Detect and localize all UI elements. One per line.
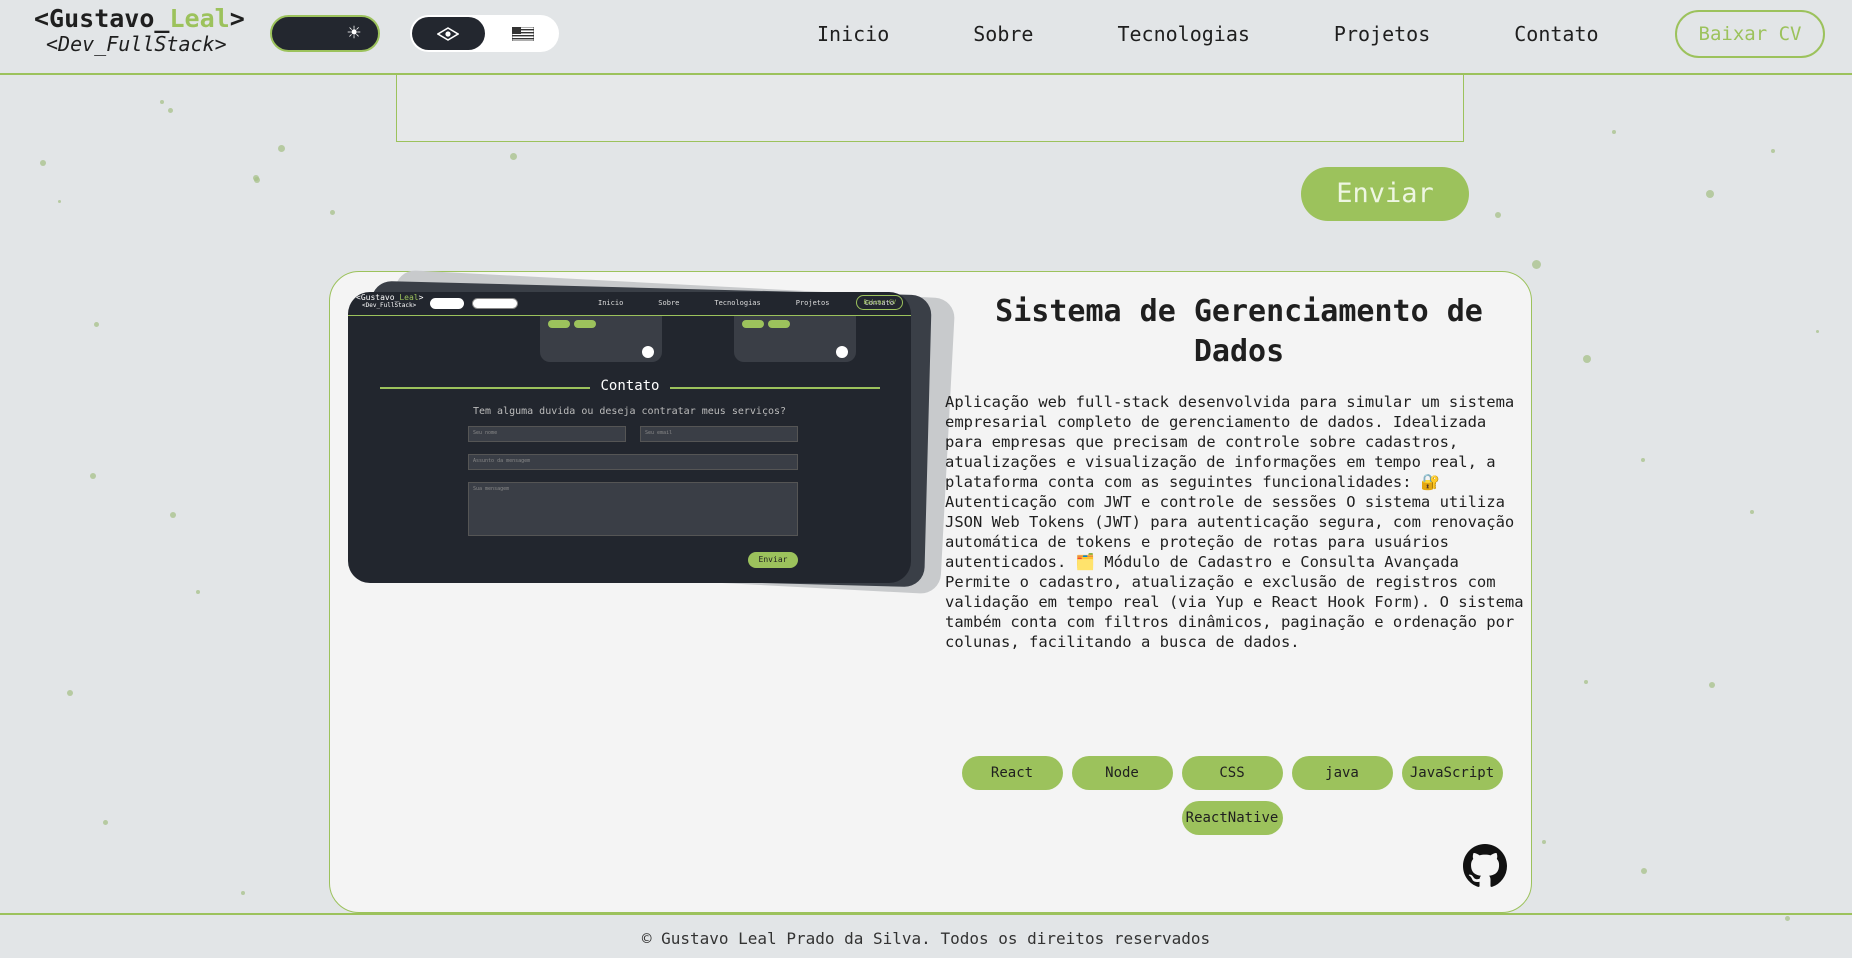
background-dot — [103, 820, 108, 825]
background-dot — [94, 322, 99, 327]
background-dot — [1542, 840, 1546, 844]
screenshot-section-title: Contato — [600, 378, 660, 394]
tech-tags: React Node CSS java JavaScript ReactNati… — [952, 756, 1512, 835]
tag-javascript[interactable]: JavaScript — [1401, 756, 1503, 790]
background-dot — [1584, 680, 1588, 684]
background-dot — [1495, 212, 1501, 218]
background-dot — [330, 210, 335, 215]
background-dot — [1641, 868, 1647, 874]
us-flag-icon[interactable] — [512, 27, 534, 41]
nav-inicio[interactable]: Inicio — [817, 22, 889, 46]
background-dot — [510, 153, 517, 160]
brazil-flag-option[interactable] — [412, 17, 485, 50]
nav-sobre[interactable]: Sobre — [973, 22, 1033, 46]
background-dot — [160, 100, 164, 104]
background-dot — [58, 200, 61, 203]
background-dot — [67, 690, 73, 696]
nav-projetos[interactable]: Projetos — [1334, 22, 1430, 46]
main-nav: Inicio Sobre Tecnologias Projetos Contat… — [817, 22, 1599, 46]
tag-reactnative[interactable]: ReactNative — [1181, 801, 1283, 835]
screenshot-logo: <Gustavo_Leal> <Dev_FullStack> — [356, 293, 424, 309]
background-dot — [90, 473, 96, 479]
tag-node[interactable]: Node — [1071, 756, 1173, 790]
screenshot-cv-button: Baixar CV — [856, 295, 903, 310]
github-icon — [836, 346, 848, 358]
background-dot — [1532, 260, 1541, 269]
tag-java[interactable]: java — [1291, 756, 1393, 790]
project-screenshot-stack[interactable]: <Gustavo_Leal> <Dev_FullStack> Inicio So… — [348, 269, 956, 595]
background-dot — [170, 512, 176, 518]
background-dot — [253, 175, 259, 181]
background-dot — [278, 145, 285, 152]
download-cv-button[interactable]: Baixar CV — [1675, 10, 1825, 58]
tag-react[interactable]: React — [961, 756, 1063, 790]
nav-contato[interactable]: Contato — [1514, 22, 1598, 46]
screenshot-header: <Gustavo_Leal> <Dev_FullStack> Inicio So… — [348, 292, 911, 316]
github-icon — [642, 346, 654, 358]
background-dot — [1583, 355, 1591, 363]
background-dot — [168, 108, 173, 113]
background-dot — [254, 177, 260, 183]
project-screenshot: <Gustavo_Leal> <Dev_FullStack> Inicio So… — [348, 292, 911, 583]
logo[interactable]: <Gustavo_Leal> <Dev_FullStack> — [34, 6, 245, 54]
sun-icon: ☀ — [347, 21, 361, 46]
theme-toggle[interactable]: ☀ — [270, 15, 380, 52]
background-dot — [1641, 458, 1645, 462]
github-icon[interactable] — [1463, 844, 1507, 888]
logo-name: <Gustavo_Leal> — [34, 4, 245, 33]
project-description: Aplicação web full-stack desenvolvida pa… — [945, 393, 1524, 651]
project-card: <Gustavo_Leal> <Dev_FullStack> Inicio So… — [329, 269, 1532, 913]
background-dot — [1816, 330, 1819, 333]
screenshot-subtitle: Tem alguma duvida ou deseja contratar me… — [472, 406, 787, 417]
background-dot — [196, 590, 200, 594]
background-dot — [40, 160, 46, 166]
send-button[interactable]: Enviar — [1301, 167, 1469, 221]
screenshot-name-field: Seu nome — [468, 426, 626, 442]
project-title: Sistema de Gerenciamento de Dados — [995, 294, 1483, 369]
tag-css[interactable]: CSS — [1181, 756, 1283, 790]
screenshot-theme-toggle — [430, 298, 464, 309]
nav-tecnologias[interactable]: Tecnologias — [1117, 22, 1249, 46]
screenshot-project-card — [540, 316, 662, 362]
language-toggle[interactable] — [410, 15, 559, 52]
message-textarea[interactable] — [396, 70, 1464, 142]
screenshot-send-button: Enviar — [748, 552, 798, 568]
background-dot — [1750, 510, 1754, 514]
background-dot — [1709, 682, 1715, 688]
brazil-flag-icon — [437, 27, 459, 41]
screenshot-project-card — [734, 316, 856, 362]
site-header: <Gustavo_Leal> <Dev_FullStack> ☀ Inicio … — [0, 0, 1852, 75]
background-dot — [1771, 149, 1775, 153]
screenshot-language-toggle — [472, 298, 518, 309]
site-footer: © Gustavo Leal Prado da Silva. Todos os … — [0, 913, 1852, 958]
screenshot-message-field: Sua mensagem — [468, 482, 798, 536]
background-dot — [241, 891, 245, 895]
screenshot-email-field: Seu email — [640, 426, 798, 442]
logo-subtitle: <Dev_FullStack> — [46, 32, 227, 56]
background-dot — [1706, 190, 1714, 198]
background-dot — [1612, 130, 1616, 134]
screenshot-subject-field: Assunto da mensagem — [468, 454, 798, 470]
